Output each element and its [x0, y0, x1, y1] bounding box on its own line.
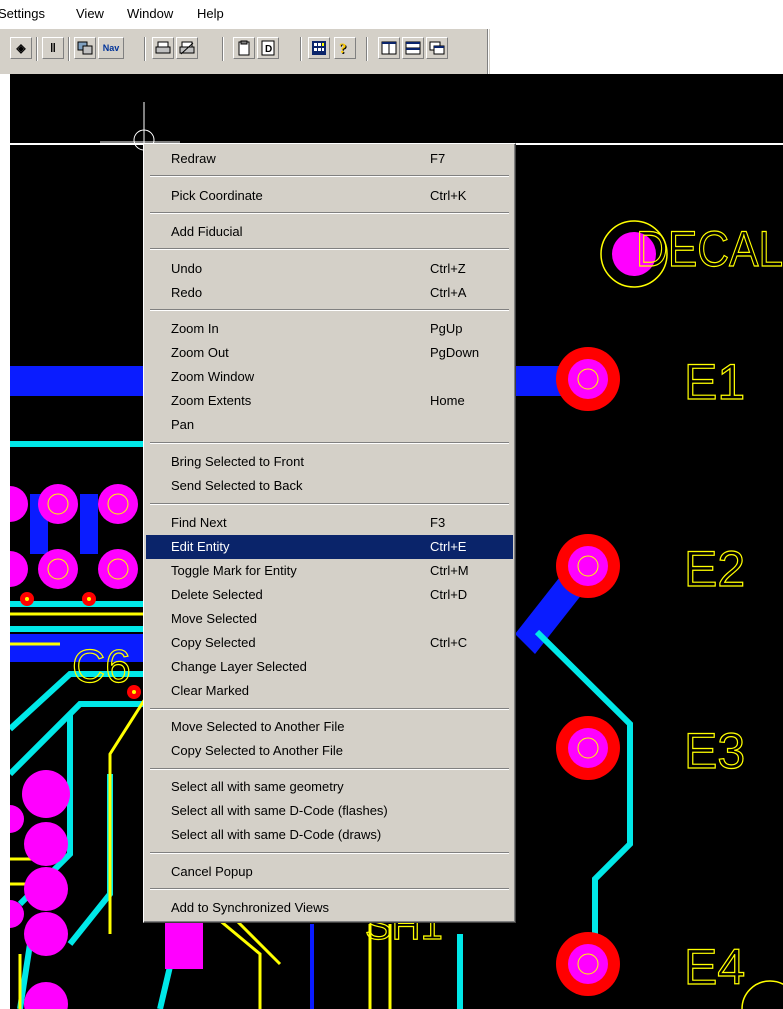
menu-divider — [150, 768, 509, 770]
label-e3: E3 — [684, 723, 745, 779]
menu-item-undo[interactable]: Undo Ctrl+Z — [146, 257, 513, 281]
menu-item-zoom-out[interactable]: Zoom Out PgDown — [146, 341, 513, 365]
menu-item-select-same-geometry[interactable]: Select all with same geometry — [146, 775, 513, 799]
menu-divider — [150, 175, 509, 177]
menu-item-add-sync-views[interactable]: Add to Synchronized Views — [146, 896, 513, 920]
label-e1: E1 — [684, 354, 745, 410]
menu-item-bring-to-front[interactable]: Bring Selected to Front — [146, 450, 513, 474]
menu-item-clear-marked[interactable]: Clear Marked — [146, 679, 513, 703]
menu-item-redraw[interactable]: Redraw F7 — [146, 147, 513, 171]
toolbar-separator — [222, 37, 224, 61]
menu-item-zoom-in[interactable]: Zoom In PgUp — [146, 317, 513, 341]
menu-item-redo[interactable]: Redo Ctrl+A — [146, 281, 513, 305]
menu-item-select-dcode-flashes[interactable]: Select all with same D-Code (flashes) — [146, 799, 513, 823]
print-preview-icon[interactable] — [176, 37, 198, 59]
menu-item-zoom-window[interactable]: Zoom Window — [146, 365, 513, 389]
svg-text:?: ? — [339, 41, 347, 56]
menu-help[interactable]: Help — [197, 6, 224, 21]
pads-right — [556, 220, 783, 1009]
help-icon[interactable]: ?? — [334, 37, 356, 59]
menu-item-move-selected[interactable]: Move Selected — [146, 607, 513, 631]
toolbar-separator — [68, 37, 70, 61]
menu-window[interactable]: Window — [127, 6, 173, 21]
toolbar-separator — [36, 37, 38, 61]
menu-item-send-to-back[interactable]: Send Selected to Back — [146, 474, 513, 498]
menu-item-delete-selected[interactable]: Delete Selected Ctrl+D — [146, 583, 513, 607]
menu-item-cancel-popup[interactable]: Cancel Popup — [146, 860, 513, 884]
menu-item-add-fiducial[interactable]: Add Fiducial — [146, 220, 513, 244]
menu-item-change-layer[interactable]: Change Layer Selected — [146, 655, 513, 679]
menu-item-find-next[interactable]: Find Next F3 — [146, 511, 513, 535]
menu-settings[interactable]: Settings — [0, 6, 45, 21]
menu-item-pick-coordinate[interactable]: Pick Coordinate Ctrl+K — [146, 184, 513, 208]
menu-divider — [150, 442, 509, 444]
tile-vertical-icon[interactable] — [378, 37, 400, 59]
clipboard-icon[interactable] — [233, 37, 255, 59]
toolbar-separator — [300, 37, 302, 61]
pin-icon[interactable]: ‖ — [42, 37, 64, 59]
toolbar-edge — [487, 29, 488, 74]
calculator-icon[interactable] — [308, 37, 330, 59]
svg-text:D: D — [265, 44, 272, 55]
toolbar: ◈ ‖ Nav D ?? — [0, 28, 783, 74]
nav-icon[interactable]: Nav — [98, 37, 124, 59]
menu-item-zoom-extents[interactable]: Zoom Extents Home — [146, 389, 513, 413]
target-icon[interactable]: ◈ — [10, 37, 32, 59]
label-e4: E4 — [684, 939, 745, 995]
menu-divider — [150, 248, 509, 250]
print-icon[interactable] — [152, 37, 174, 59]
menu-divider — [150, 309, 509, 311]
menu-divider — [150, 708, 509, 710]
toolbar-empty-area — [490, 29, 783, 74]
toolbar-separator — [366, 37, 368, 61]
menu-item-copy-selected[interactable]: Copy Selected Ctrl+C — [146, 631, 513, 655]
menu-item-copy-to-file[interactable]: Copy Selected to Another File — [146, 739, 513, 763]
menu-view[interactable]: View — [76, 6, 104, 21]
menu-item-pan[interactable]: Pan — [146, 413, 513, 437]
label-decal: DECAL — [636, 221, 783, 277]
tile-horizontal-icon[interactable] — [402, 37, 424, 59]
menu-divider — [150, 503, 509, 505]
cascade-icon[interactable] — [426, 37, 448, 59]
toolbar-separator — [144, 37, 146, 61]
menu-divider — [150, 888, 509, 890]
menu-item-edit-entity[interactable]: Edit Entity Ctrl+E — [146, 535, 513, 559]
label-e2: E2 — [684, 541, 745, 597]
layers-icon[interactable] — [74, 37, 96, 59]
d-icon[interactable]: D — [257, 37, 279, 59]
menu-divider — [150, 852, 509, 854]
menu-item-select-dcode-draws[interactable]: Select all with same D-Code (draws) — [146, 823, 513, 847]
menu-item-toggle-mark[interactable]: Toggle Mark for Entity Ctrl+M — [146, 559, 513, 583]
label-c6: C6 — [72, 640, 131, 692]
menu-bar: Settings View Window Help — [0, 0, 783, 28]
menu-divider — [150, 212, 509, 214]
context-menu: Redraw F7 Pick Coordinate Ctrl+K Add Fiduc… — [143, 143, 516, 923]
menu-item-move-to-file[interactable]: Move Selected to Another File — [146, 715, 513, 739]
